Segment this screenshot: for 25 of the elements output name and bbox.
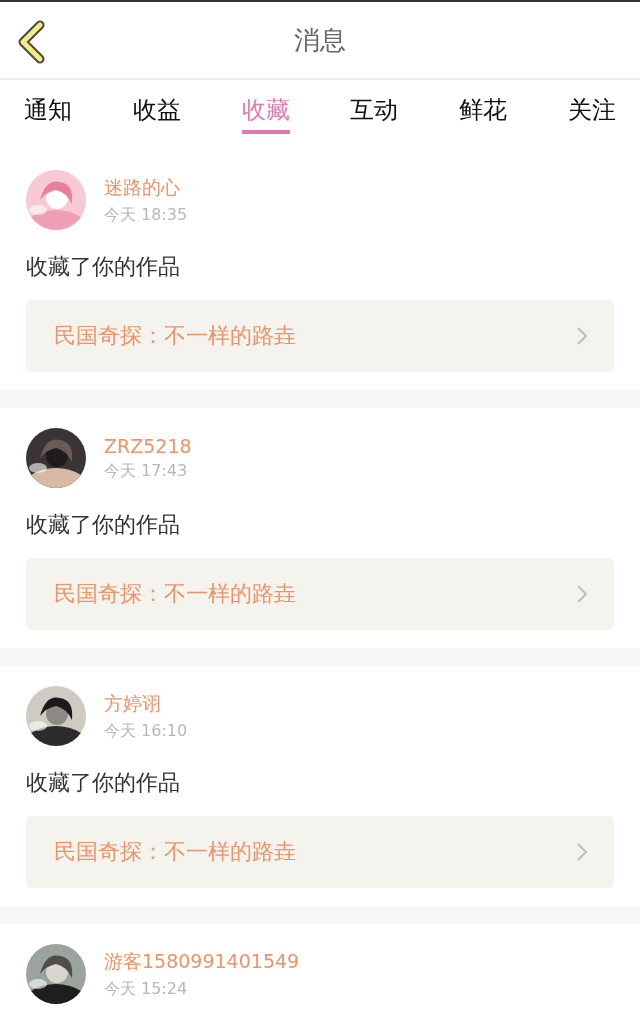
page-title: 消息 (294, 23, 346, 57)
user-name[interactable]: 迷路的心 (104, 174, 188, 201)
tab[interactable]: 收益 (132, 80, 181, 134)
work-link[interactable]: 民国奇探：不一样的路垚 (26, 558, 614, 630)
work-link[interactable]: 民国奇探：不一样的路垚 (26, 816, 614, 888)
message-text: 收藏了你的作品 (26, 253, 181, 281)
user-name[interactable]: 方婷诩 (104, 690, 188, 717)
tab[interactable]: 关注 (568, 80, 616, 134)
chevron-icon (576, 584, 588, 604)
message-time: 今天 16:10 (104, 720, 188, 742)
tab[interactable]: 互动 (350, 80, 399, 134)
message-time: 今天 18:35 (104, 204, 188, 226)
user-name[interactable]: 游客1580991401549 (104, 948, 300, 975)
message-time: 今天 15:24 (104, 978, 189, 1000)
message-time: 今天 17:43 (104, 460, 189, 482)
work-link[interactable]: 民国奇探：不一样的路垚 (26, 300, 614, 372)
chevron-icon (576, 326, 588, 346)
user-name[interactable]: ZRZ5218 (104, 434, 192, 457)
tab[interactable]: 鲜花 (459, 80, 508, 134)
chevron-icon (576, 842, 588, 862)
tab[interactable]: 通知 (24, 80, 72, 134)
back-icon[interactable] (16, 20, 46, 64)
message-text: 收藏了你的作品 (26, 769, 181, 797)
message-text: 收藏了你的作品 (26, 511, 181, 539)
tab[interactable]: 收藏 (241, 80, 290, 134)
